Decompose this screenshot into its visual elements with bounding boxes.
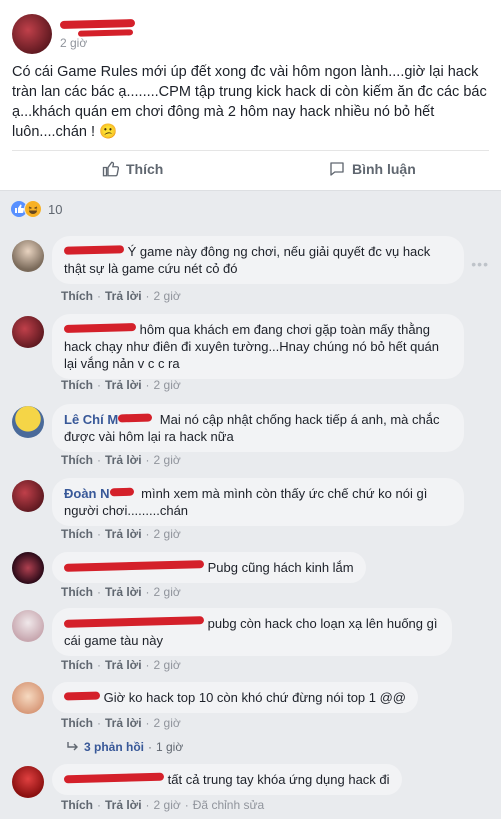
comment-bubble: pubg còn hack cho loạn xạ lên huống gì c… [52,608,452,656]
comment-like-link[interactable]: Thích [61,658,93,672]
commenter-avatar[interactable] [12,610,44,642]
comment-time[interactable]: 2 giờ [154,453,181,467]
commenter-avatar[interactable] [12,766,44,798]
comment-like-link[interactable]: Thích [61,716,93,730]
commenter-avatar[interactable] [12,240,44,272]
comment-like-link[interactable]: Thích [61,527,93,541]
redacted-author-name [59,19,136,29]
redacted-commenter-name [63,560,205,572]
thumbs-up-icon [102,161,120,177]
redacted-commenter-name [63,323,137,333]
comment-text: Giờ ko hack top 10 còn khó chứ đừng nói … [103,690,407,705]
more-options-icon[interactable]: ••• [471,256,489,272]
comment-time[interactable]: 2 giờ [154,658,181,672]
comment-time[interactable]: 2 giờ [154,798,181,812]
reaction-count: 10 [48,201,63,217]
comment-like-link[interactable]: Thích [61,585,93,599]
reply-arrow-icon [67,742,78,751]
comment-bubble: Đoàn N mình xem mà mình còn thấy ức chế … [52,478,464,526]
comment-bubble: tất cả trung tay khóa ứng dụng hack đi [52,764,402,795]
comment-reply-link[interactable]: Trả lời [105,798,142,812]
redacted-commenter-name [118,413,153,423]
commenter-avatar[interactable] [12,682,44,714]
view-replies-link[interactable]: 3 phản hồi · 1 giờ [66,740,183,754]
comment-bubble: Ý game này đông ng chơi, nếu giải quyết … [52,236,464,284]
comment-reply-link[interactable]: Trả lời [105,453,142,467]
comment-like-link[interactable]: Thích [61,798,93,812]
comment-meta: Thích · Trả lời · 2 giờ [61,378,181,392]
comment-time[interactable]: 2 giờ [154,585,181,599]
comment-reply-link[interactable]: Trả lời [105,378,142,392]
comment-bubble: Pubg cũng hách kinh lắm [52,552,366,583]
comment-bubble-icon [330,162,344,176]
commenter-avatar[interactable] [12,406,44,438]
comment-time[interactable]: 2 giờ [154,527,181,541]
comment-meta: Thích · Trả lời · 2 giờ [61,658,181,672]
post-card: 2 giờ Có cái Game Rules mới úp đết xong … [0,0,501,191]
comment-bubble: Lê Chí M Mai nó cập nhật chống hack tiếp… [52,404,464,452]
comment-meta: Thích · Trả lời · 2 giờ [61,289,181,303]
commenter-name[interactable]: Lê Chí M [64,412,118,427]
haha-reaction-icon [24,200,42,218]
comment-reply-link[interactable]: Trả lời [105,658,142,672]
comment-reply-link[interactable]: Trả lời [105,585,142,599]
like-button[interactable]: Thích [102,160,163,178]
comment-meta: Thích · Trả lời · 2 giờ [61,716,181,730]
redacted-commenter-name [63,691,101,701]
comment-like-link[interactable]: Thích [61,289,93,303]
comment-button[interactable]: Bình luận [328,160,416,178]
comment-time[interactable]: 2 giờ [154,716,181,730]
post-timestamp[interactable]: 2 giờ [60,36,87,50]
redacted-commenter-name [63,772,165,784]
comment-meta: Thích · Trả lời · 2 giờ [61,453,181,467]
like-button-label: Thích [126,161,164,177]
redacted-commenter-name [63,616,205,628]
comment-meta: Thích · Trả lời · 2 giờ [61,527,181,541]
comment-like-link[interactable]: Thích [61,453,93,467]
comment-reply-link[interactable]: Trả lời [105,527,142,541]
comment-text: Pubg cũng hách kinh lắm [207,560,354,575]
comment-text: tất cả trung tay khóa ứng dụng hack đi [167,772,390,787]
redacted-commenter-name [63,245,125,255]
comment-meta: Thích · Trả lời · 2 giờ [61,585,181,599]
comment-meta: Thích · Trả lời · 2 giờ · Đã chỉnh sửa [61,798,265,812]
comment-reply-link[interactable]: Trả lời [105,289,142,303]
commenter-avatar[interactable] [12,316,44,348]
comment-bubble: Giờ ko hack top 10 còn khó chứ đừng nói … [52,682,419,713]
comment-bubble: hôm qua khách em đang chơi gặp toàn mấy … [52,314,464,379]
redacted-commenter-name [109,487,134,497]
comment-edited[interactable]: Đã chỉnh sửa [193,798,264,812]
reaction-summary[interactable]: 10 [10,200,62,218]
post-text: Có cái Game Rules mới úp đết xong đc vài… [12,64,487,140]
commenter-avatar[interactable] [12,552,44,584]
replies-count: 3 phản hồi [84,740,144,754]
comment-like-link[interactable]: Thích [61,378,93,392]
replies-time: 1 giờ [156,740,184,754]
comment-reply-link[interactable]: Trả lời [105,716,142,730]
comment-button-label: Bình luận [352,161,416,177]
commenter-avatar[interactable] [12,480,44,512]
post-divider [12,150,489,151]
post-author-avatar[interactable] [12,14,52,54]
comment-time[interactable]: 2 giờ [154,378,181,392]
comment-time[interactable]: 2 giờ [154,289,181,303]
commenter-name[interactable]: Đoàn N [64,486,110,501]
